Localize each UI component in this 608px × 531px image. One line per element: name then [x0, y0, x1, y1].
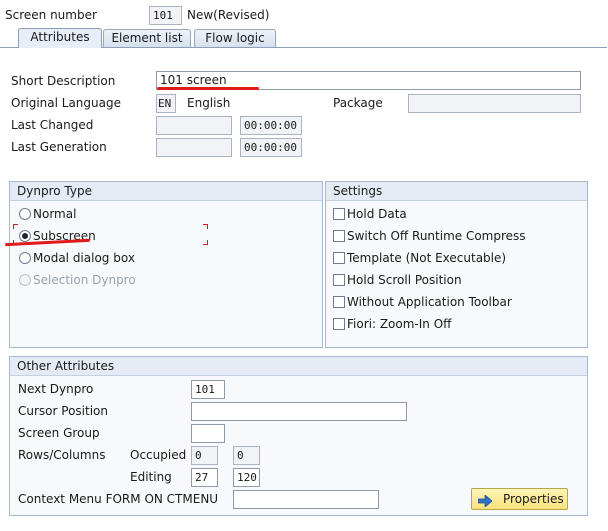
radio-modal-dialog-box[interactable]	[19, 252, 31, 264]
screen-group-input[interactable]	[191, 424, 225, 443]
cursor-position-input[interactable]	[191, 402, 407, 421]
tab-attributes[interactable]: Attributes	[18, 28, 102, 48]
context-menu-label: Context Menu FORM ON CTMENU	[18, 492, 219, 506]
editing-rows-input[interactable]: 27	[191, 468, 218, 487]
last-changed-label: Last Changed	[11, 118, 94, 132]
tab-element-list[interactable]: Element list	[103, 29, 191, 47]
checkbox-switch-off-runtime-compress-label: Switch Off Runtime Compress	[347, 229, 526, 243]
last-changed-date-field[interactable]	[156, 116, 232, 135]
checkbox-hold-data-label: Hold Data	[347, 207, 407, 221]
checkbox-hold-data[interactable]	[333, 208, 345, 220]
occupied-label: Occupied	[130, 448, 187, 462]
radio-selection-dynpro-label: Selection Dynpro	[33, 273, 136, 287]
next-dynpro-input[interactable]: 101	[191, 380, 225, 399]
other-attributes-title: Other Attributes	[10, 357, 587, 376]
arrow-right-icon	[477, 493, 493, 508]
radio-selection-dynpro	[19, 274, 31, 286]
checkbox-without-application-toolbar[interactable]	[333, 296, 345, 308]
annotation-corner-tr	[203, 224, 208, 229]
last-generation-date-field[interactable]	[156, 138, 232, 157]
annotation-corner-bl	[13, 240, 18, 245]
properties-button[interactable]: Properties	[471, 488, 568, 510]
settings-title: Settings	[326, 182, 587, 201]
occupied-cols-field[interactable]: 0	[233, 446, 260, 465]
checkbox-switch-off-runtime-compress[interactable]	[333, 230, 345, 242]
annotation-underline-description	[157, 87, 259, 90]
last-generation-time-field[interactable]: 00:00:00	[240, 138, 302, 157]
radio-normal-label: Normal	[33, 207, 77, 221]
annotation-corner-tl	[13, 224, 18, 229]
rows-columns-label: Rows/Columns	[18, 448, 106, 462]
screen-group-label: Screen Group	[18, 426, 100, 440]
checkbox-without-application-toolbar-label: Without Application Toolbar	[347, 295, 512, 309]
checkbox-template-label: Template (Not Executable)	[347, 251, 507, 265]
cursor-position-label: Cursor Position	[18, 404, 108, 418]
editing-label: Editing	[130, 470, 172, 484]
radio-modal-dialog-box-label: Modal dialog box	[33, 251, 135, 265]
context-menu-input[interactable]	[233, 490, 379, 509]
screen-status: New(Revised)	[187, 8, 270, 22]
screen-number-field: 101	[149, 6, 182, 25]
tab-flow-logic[interactable]: Flow logic	[194, 29, 276, 47]
dynpro-type-title: Dynpro Type	[10, 182, 322, 201]
checkbox-fiori-zoom-in-off[interactable]	[333, 318, 345, 330]
original-language-label: Original Language	[11, 96, 121, 110]
properties-button-label: Properties	[503, 492, 564, 506]
screen-number-label: Screen number	[5, 8, 97, 22]
last-generation-label: Last Generation	[11, 140, 107, 154]
editing-cols-input[interactable]: 120	[233, 468, 260, 487]
last-changed-time-field[interactable]: 00:00:00	[240, 116, 302, 135]
short-description-label: Short Description	[11, 74, 116, 88]
package-field[interactable]	[408, 94, 581, 113]
annotation-corner-br	[203, 240, 208, 245]
radio-subscreen[interactable]	[19, 230, 31, 242]
checkbox-hold-scroll-position-label: Hold Scroll Position	[347, 273, 462, 287]
checkbox-fiori-zoom-in-off-label: Fiori: Zoom-In Off	[347, 317, 452, 331]
next-dynpro-label: Next Dynpro	[18, 382, 94, 396]
package-label: Package	[333, 96, 383, 110]
language-code-field[interactable]: EN	[156, 94, 176, 113]
checkbox-template[interactable]	[333, 252, 345, 264]
occupied-rows-field[interactable]: 0	[191, 446, 218, 465]
checkbox-hold-scroll-position[interactable]	[333, 274, 345, 286]
language-name: English	[187, 96, 231, 110]
radio-normal[interactable]	[19, 208, 31, 220]
